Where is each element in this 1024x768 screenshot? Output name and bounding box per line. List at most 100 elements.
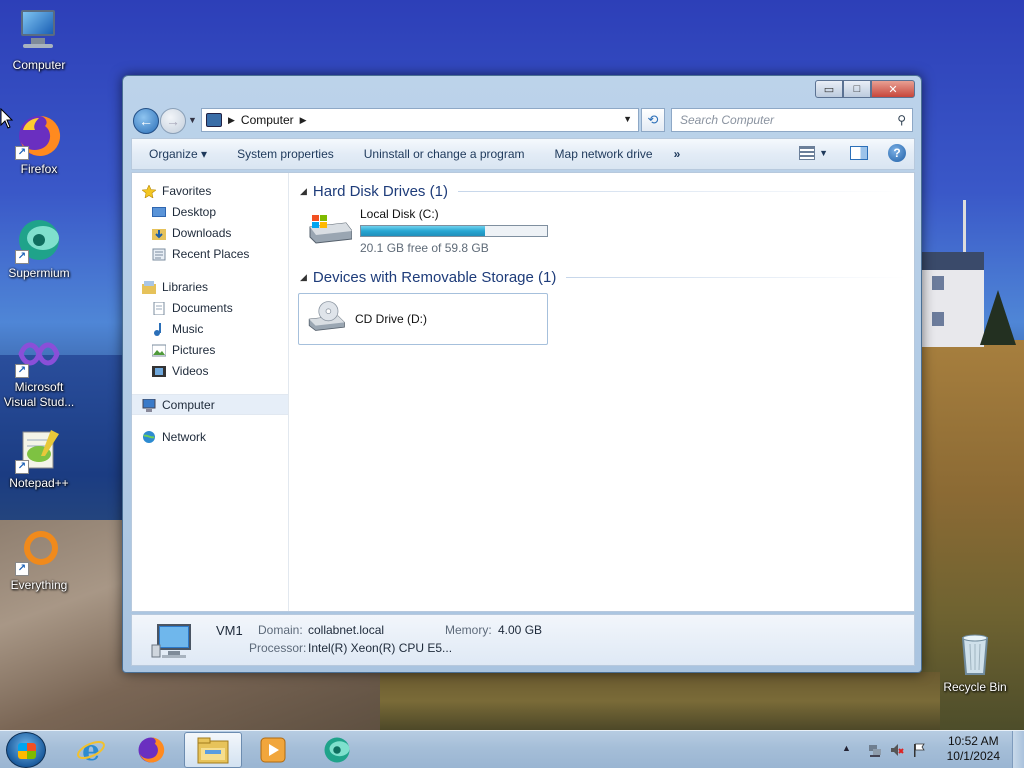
shortcut-arrow-icon: ↗ xyxy=(15,364,29,378)
desktop-icon-notepadpp[interactable]: ↗ Notepad++ xyxy=(0,426,78,491)
svg-text:e: e xyxy=(82,735,100,765)
nav-item-libraries[interactable]: Libraries xyxy=(132,277,288,298)
windows-logo-icon xyxy=(18,743,36,759)
search-placeholder: Search Computer xyxy=(680,113,775,127)
desktop-icon-recycle-bin[interactable]: Recycle Bin xyxy=(936,630,1014,695)
nav-item-favorites[interactable]: Favorites xyxy=(132,181,288,202)
show-hidden-icons-icon[interactable]: ▲ xyxy=(842,743,851,753)
nav-item-label: Music xyxy=(172,322,204,336)
firefox-icon xyxy=(138,737,165,763)
details-pane: VM1 Domain: collabnet.local Memory: 4.00… xyxy=(131,614,915,666)
nav-item-documents[interactable]: Documents xyxy=(132,298,288,319)
taskbar-media-player[interactable] xyxy=(244,732,302,768)
system-properties-button[interactable]: System properties xyxy=(222,147,349,161)
address-dropdown-icon[interactable]: ▼ xyxy=(623,114,632,124)
nav-item-music[interactable]: Music xyxy=(132,319,288,340)
start-button[interactable] xyxy=(6,732,46,768)
wallpaper-house-window xyxy=(932,312,944,326)
music-note-icon xyxy=(154,323,161,336)
nav-item-label: Videos xyxy=(172,364,209,378)
nav-item-label: Libraries xyxy=(162,280,209,294)
nav-item-network[interactable]: Network xyxy=(132,427,288,448)
map-network-drive-button[interactable]: Map network drive xyxy=(540,147,668,161)
documents-icon xyxy=(153,302,165,315)
nav-item-pictures[interactable]: Pictures xyxy=(132,340,288,361)
nav-item-label: Pictures xyxy=(172,343,216,357)
back-button[interactable]: ← xyxy=(133,108,159,134)
desktop-icon-computer[interactable]: Computer xyxy=(0,8,78,73)
search-icon[interactable]: ⚲ xyxy=(897,109,906,131)
pictures-icon xyxy=(152,344,166,357)
group-header-hard-disk-drives[interactable]: ◢ Hard Disk Drives (1) xyxy=(298,179,906,203)
collapse-triangle-icon[interactable]: ◢ xyxy=(300,272,307,283)
close-button[interactable]: ✕ xyxy=(871,80,915,98)
action-center-flag-icon[interactable] xyxy=(912,743,926,757)
show-desktop-button[interactable] xyxy=(1012,731,1024,768)
media-player-icon xyxy=(260,737,286,763)
organize-button[interactable]: Organize ▾ xyxy=(132,147,222,161)
refresh-button[interactable]: ⟲ xyxy=(641,108,665,132)
group-header-removable-storage[interactable]: ◢ Devices with Removable Storage (1) xyxy=(298,265,906,289)
desktop-icon xyxy=(152,207,166,217)
network-status-icon[interactable] xyxy=(868,743,882,757)
maximize-button[interactable]: □ xyxy=(843,80,871,98)
desktop-icon-everything[interactable]: ↗ Everything xyxy=(0,528,78,593)
breadcrumb-arrow-icon[interactable]: ▶ xyxy=(228,115,235,126)
minimize-icon: ▭ xyxy=(823,83,835,96)
desktop-icon-label: Computer xyxy=(12,58,66,72)
nav-item-recent-places[interactable]: Recent Places xyxy=(132,244,288,265)
desktop-icon-label: Everything xyxy=(10,578,68,592)
help-icon[interactable]: ? xyxy=(888,144,906,162)
network-icon xyxy=(143,431,155,443)
shortcut-arrow-icon: ↗ xyxy=(15,250,29,264)
drive-usage-bar xyxy=(360,225,548,237)
notepadpp-icon: ↗ xyxy=(15,426,63,474)
desktop-icon-label: Notepad++ xyxy=(9,476,69,490)
taskbar-windows-explorer[interactable] xyxy=(184,732,242,768)
drive-free-space: 20.1 GB free of 59.8 GB xyxy=(360,241,489,255)
breadcrumb-computer[interactable]: Computer xyxy=(241,113,294,127)
drive-item-d[interactable]: CD Drive (D:) xyxy=(298,293,548,345)
internet-explorer-icon: e xyxy=(77,735,105,765)
navigation-bar: ← → ▼ ▶ Computer ▶ ▼ ⟲ Search Computer ⚲ xyxy=(131,106,915,134)
volume-muted-icon[interactable] xyxy=(890,743,904,757)
recent-pages-dropdown[interactable]: ▼ xyxy=(188,115,197,125)
supermium-icon: ↗ xyxy=(15,216,63,264)
nav-item-videos[interactable]: Videos xyxy=(132,361,288,382)
desktop-icon-visual-studio[interactable]: ↗ Microsoft Visual Stud... xyxy=(0,330,78,410)
visual-studio-icon: ↗ xyxy=(15,330,63,378)
recent-places-icon xyxy=(152,248,166,261)
content-area: Favorites Desktop Downloads Recent Place… xyxy=(131,172,915,612)
taskbar-supermium[interactable] xyxy=(308,732,366,768)
wallpaper-house xyxy=(922,252,984,347)
drive-label: Local Disk (C:) xyxy=(360,207,439,221)
processor-value: Intel(R) Xeon(R) CPU E5... xyxy=(308,641,453,655)
forward-button[interactable]: → xyxy=(160,108,186,134)
nav-item-downloads[interactable]: Downloads xyxy=(132,223,288,244)
taskbar-internet-explorer[interactable]: e xyxy=(62,732,120,768)
domain-label: Domain: xyxy=(258,623,303,637)
refresh-icon: ⟲ xyxy=(647,112,659,127)
uninstall-program-button[interactable]: Uninstall or change a program xyxy=(349,147,540,161)
explorer-window[interactable]: ▭ □ ✕ ← → ▼ ▶ Computer ▶ ▼ ⟲ Search Comp… xyxy=(122,75,922,673)
change-view-icon[interactable] xyxy=(799,146,816,160)
clock[interactable]: 10:52 AM 10/1/2024 xyxy=(947,734,1000,764)
collapse-triangle-icon[interactable]: ◢ xyxy=(300,186,307,197)
drive-item-c[interactable]: Local Disk (C:) 20.1 GB free of 59.8 GB xyxy=(298,203,906,263)
taskbar-firefox[interactable] xyxy=(122,732,180,768)
desktop-icon-label: Recycle Bin xyxy=(943,680,1007,694)
preview-pane-icon[interactable] xyxy=(850,146,868,160)
clock-time: 10:52 AM xyxy=(947,734,999,748)
minimize-button[interactable]: ▭ xyxy=(815,80,843,98)
more-commands-button[interactable]: » xyxy=(668,147,687,161)
search-input[interactable]: Search Computer ⚲ xyxy=(671,108,913,132)
address-bar[interactable]: ▶ Computer ▶ ▼ xyxy=(201,108,639,132)
wallpaper-house-window xyxy=(932,276,944,290)
desktop-icon-label: Microsoft Visual Stud... xyxy=(3,380,75,409)
breadcrumb-arrow-icon[interactable]: ▶ xyxy=(300,115,307,126)
videos-icon xyxy=(152,366,166,377)
nav-item-computer[interactable]: Computer xyxy=(132,394,288,415)
desktop-icon-supermium[interactable]: ↗ Supermium xyxy=(0,216,78,281)
view-dropdown-icon[interactable]: ▼ xyxy=(819,148,828,158)
nav-item-desktop[interactable]: Desktop xyxy=(132,202,288,223)
